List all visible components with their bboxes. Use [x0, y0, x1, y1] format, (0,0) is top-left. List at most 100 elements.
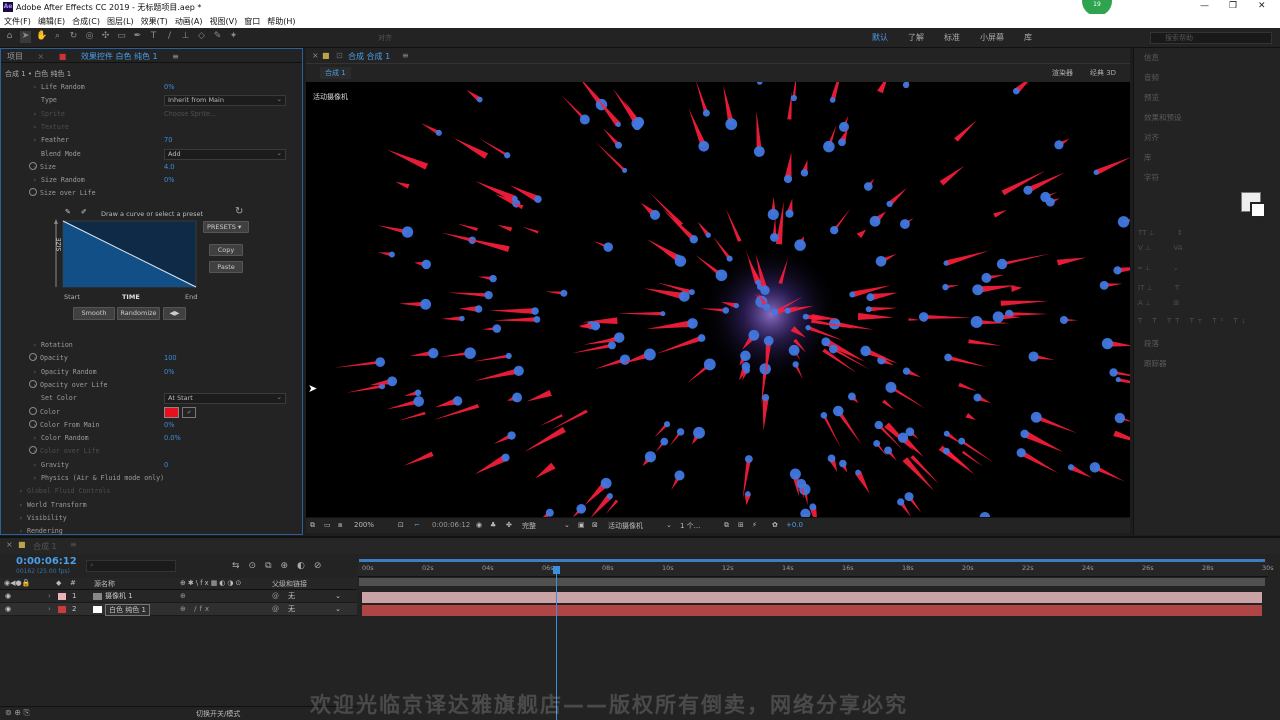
- channel-icon[interactable]: ✤: [506, 521, 512, 529]
- eraser-icon[interactable]: ✐: [81, 208, 87, 216]
- lock-icon[interactable]: ■: [322, 51, 330, 60]
- snapshot-icon[interactable]: ◉: [476, 521, 482, 529]
- prop-blend-mode[interactable]: Blend Mode Add: [1, 148, 301, 161]
- flip-curve-button[interactable]: ◀▶: [163, 307, 186, 320]
- zoom-tool-icon[interactable]: ⌕: [52, 31, 63, 43]
- expand-arrow-icon[interactable]: ›: [33, 134, 37, 147]
- expand-arrow-icon[interactable]: ›: [33, 174, 37, 187]
- stopwatch-icon[interactable]: [29, 446, 37, 455]
- transparency-grid-icon[interactable]: ⊠: [592, 521, 598, 529]
- workspace-standard[interactable]: 标准: [944, 28, 960, 48]
- panel-menu-icon[interactable]: ≡: [70, 540, 77, 549]
- grid-icon[interactable]: ⧉: [724, 521, 729, 530]
- eraser-tool-icon[interactable]: ◇: [196, 31, 207, 43]
- layer-bar-camera[interactable]: [362, 592, 1262, 603]
- selection-tool-icon[interactable]: ➤: [20, 31, 31, 43]
- tab-timeline[interactable]: 合成 1: [33, 541, 57, 552]
- menu-layer[interactable]: 图层(L): [107, 16, 134, 27]
- roto-brush-tool-icon[interactable]: ✎: [212, 31, 223, 43]
- layer-switches[interactable]: ⊕ /fx: [180, 603, 212, 616]
- viewer-options-icon[interactable]: ⧉: [310, 521, 315, 530]
- prop-feather[interactable]: › Feather 70: [1, 134, 301, 147]
- eyedropper-icon[interactable]: ✐: [182, 406, 196, 418]
- layer-row[interactable]: ◉ › 1 摄像机 1 ⊕ @ 无 ⌄: [0, 590, 357, 603]
- restore-icon[interactable]: ❐: [1229, 1, 1237, 11]
- pickwhip-icon[interactable]: @: [272, 603, 279, 616]
- prop-value[interactable]: 4.0: [164, 161, 175, 174]
- show-snapshot-icon[interactable]: ♣: [490, 521, 496, 529]
- menu-effect[interactable]: 效果(T): [141, 16, 168, 27]
- expand-arrow-icon[interactable]: ›: [33, 108, 37, 121]
- size-curve-graph[interactable]: [53, 219, 198, 289]
- stopwatch-icon[interactable]: [29, 353, 37, 362]
- align-label[interactable]: 对齐: [378, 33, 392, 43]
- prop-size-over-life[interactable]: ⌄ Size over Life: [1, 187, 301, 200]
- prop-visibility[interactable]: › Visibility: [1, 512, 301, 525]
- prop-color[interactable]: Color ✐: [1, 406, 301, 419]
- chevron-down-icon[interactable]: ⌄: [666, 521, 672, 529]
- copy-button[interactable]: Copy: [209, 244, 243, 256]
- menu-animation[interactable]: 动画(A): [175, 16, 203, 27]
- rp-lower-item-0[interactable]: 段落: [1144, 338, 1159, 349]
- close-icon[interactable]: ×: [32, 50, 51, 63]
- label-icon[interactable]: ◆: [56, 579, 61, 587]
- presets-dropdown[interactable]: PRESETS ▾: [203, 221, 249, 233]
- work-area-bar[interactable]: [359, 559, 1265, 562]
- workspace-default[interactable]: 默认: [872, 28, 888, 48]
- label-color-swatch[interactable]: [58, 593, 66, 600]
- menu-file[interactable]: 文件(F): [4, 16, 31, 27]
- viewer-timecode[interactable]: 0:00:06:12: [432, 521, 470, 529]
- prop-gravity[interactable]: › Gravity 0: [1, 459, 301, 472]
- prop-texture[interactable]: › Texture: [1, 121, 301, 134]
- lock-icon[interactable]: ■: [18, 540, 26, 549]
- prop-dropdown[interactable]: At Start: [164, 393, 286, 405]
- pickwhip-icon[interactable]: @: [272, 590, 279, 603]
- rp-lower-item-1[interactable]: 跟踪器: [1144, 358, 1167, 369]
- brush-tool-icon[interactable]: /: [164, 31, 175, 43]
- puppet-pin-tool-icon[interactable]: ✦: [228, 31, 239, 43]
- source-name-header[interactable]: 源名称: [94, 579, 115, 589]
- panel-menu-icon[interactable]: ≡: [402, 51, 409, 60]
- expand-arrow-icon[interactable]: ›: [33, 432, 37, 445]
- parent-dropdown[interactable]: 无 ⌄: [288, 590, 343, 603]
- rotate-tool-icon[interactable]: ↻: [68, 31, 79, 43]
- region-icon[interactable]: ⌐: [414, 521, 420, 529]
- stopwatch-icon[interactable]: [29, 379, 37, 388]
- tab-effect-controls[interactable]: 效果控件 白色 纯色 1: [75, 49, 164, 64]
- prop-sprite[interactable]: › Sprite Choose Sprite...: [1, 108, 301, 121]
- prop-dropdown[interactable]: Inherit from Main: [164, 95, 286, 107]
- playhead-handle[interactable]: [553, 566, 561, 574]
- layer-name[interactable]: 白色 纯色 1: [105, 604, 150, 616]
- timeline-timecode[interactable]: 0:00:06:12: [16, 556, 77, 567]
- expand-arrow-icon[interactable]: ›: [48, 590, 51, 603]
- comp-sub-tab[interactable]: 合成 1: [320, 67, 351, 79]
- stopwatch-icon[interactable]: [29, 406, 37, 415]
- workspace-learn[interactable]: 了解: [908, 28, 924, 48]
- expand-arrow-icon[interactable]: ›: [48, 603, 51, 616]
- expand-arrow-icon[interactable]: ›: [19, 485, 23, 498]
- home-icon[interactable]: ⌂: [4, 31, 15, 43]
- mask-tool-icon[interactable]: ▭: [116, 31, 127, 43]
- menu-window[interactable]: 窗口: [244, 16, 260, 27]
- rp-item-4[interactable]: 对齐: [1144, 132, 1159, 143]
- eye-icon[interactable]: ◉: [5, 603, 11, 616]
- prop-color-over-life[interactable]: › Color over Life: [1, 445, 301, 458]
- camera-dropdown[interactable]: 活动摄像机: [608, 521, 643, 531]
- prop-set-color[interactable]: Set Color At Start: [1, 392, 301, 405]
- stroke-color-swatch[interactable]: [1250, 202, 1266, 218]
- rp-item-1[interactable]: 音频: [1144, 72, 1159, 83]
- roi-icon[interactable]: ▣: [578, 521, 585, 529]
- prop-global-fluid-controls[interactable]: › Global Fluid Controls: [1, 485, 301, 498]
- fit-icon[interactable]: ⊡: [398, 521, 404, 529]
- rp-item-3[interactable]: 效果和预设: [1144, 112, 1182, 123]
- prop-value[interactable]: 0.0%: [164, 432, 181, 445]
- expand-arrow-icon[interactable]: ›: [33, 81, 37, 94]
- prop-value[interactable]: Choose Sprite...: [164, 108, 216, 121]
- prop-size[interactable]: › Size 4.0: [1, 161, 301, 174]
- av-switches-icon[interactable]: ◉◀●🔒: [4, 579, 30, 587]
- prop-value[interactable]: 100: [164, 352, 177, 365]
- footer-icons[interactable]: ⊚ ⊕ ⎘: [5, 708, 30, 718]
- smooth-button[interactable]: Smooth: [73, 307, 115, 320]
- stopwatch-icon[interactable]: [29, 188, 37, 197]
- label-color-swatch[interactable]: [58, 606, 66, 613]
